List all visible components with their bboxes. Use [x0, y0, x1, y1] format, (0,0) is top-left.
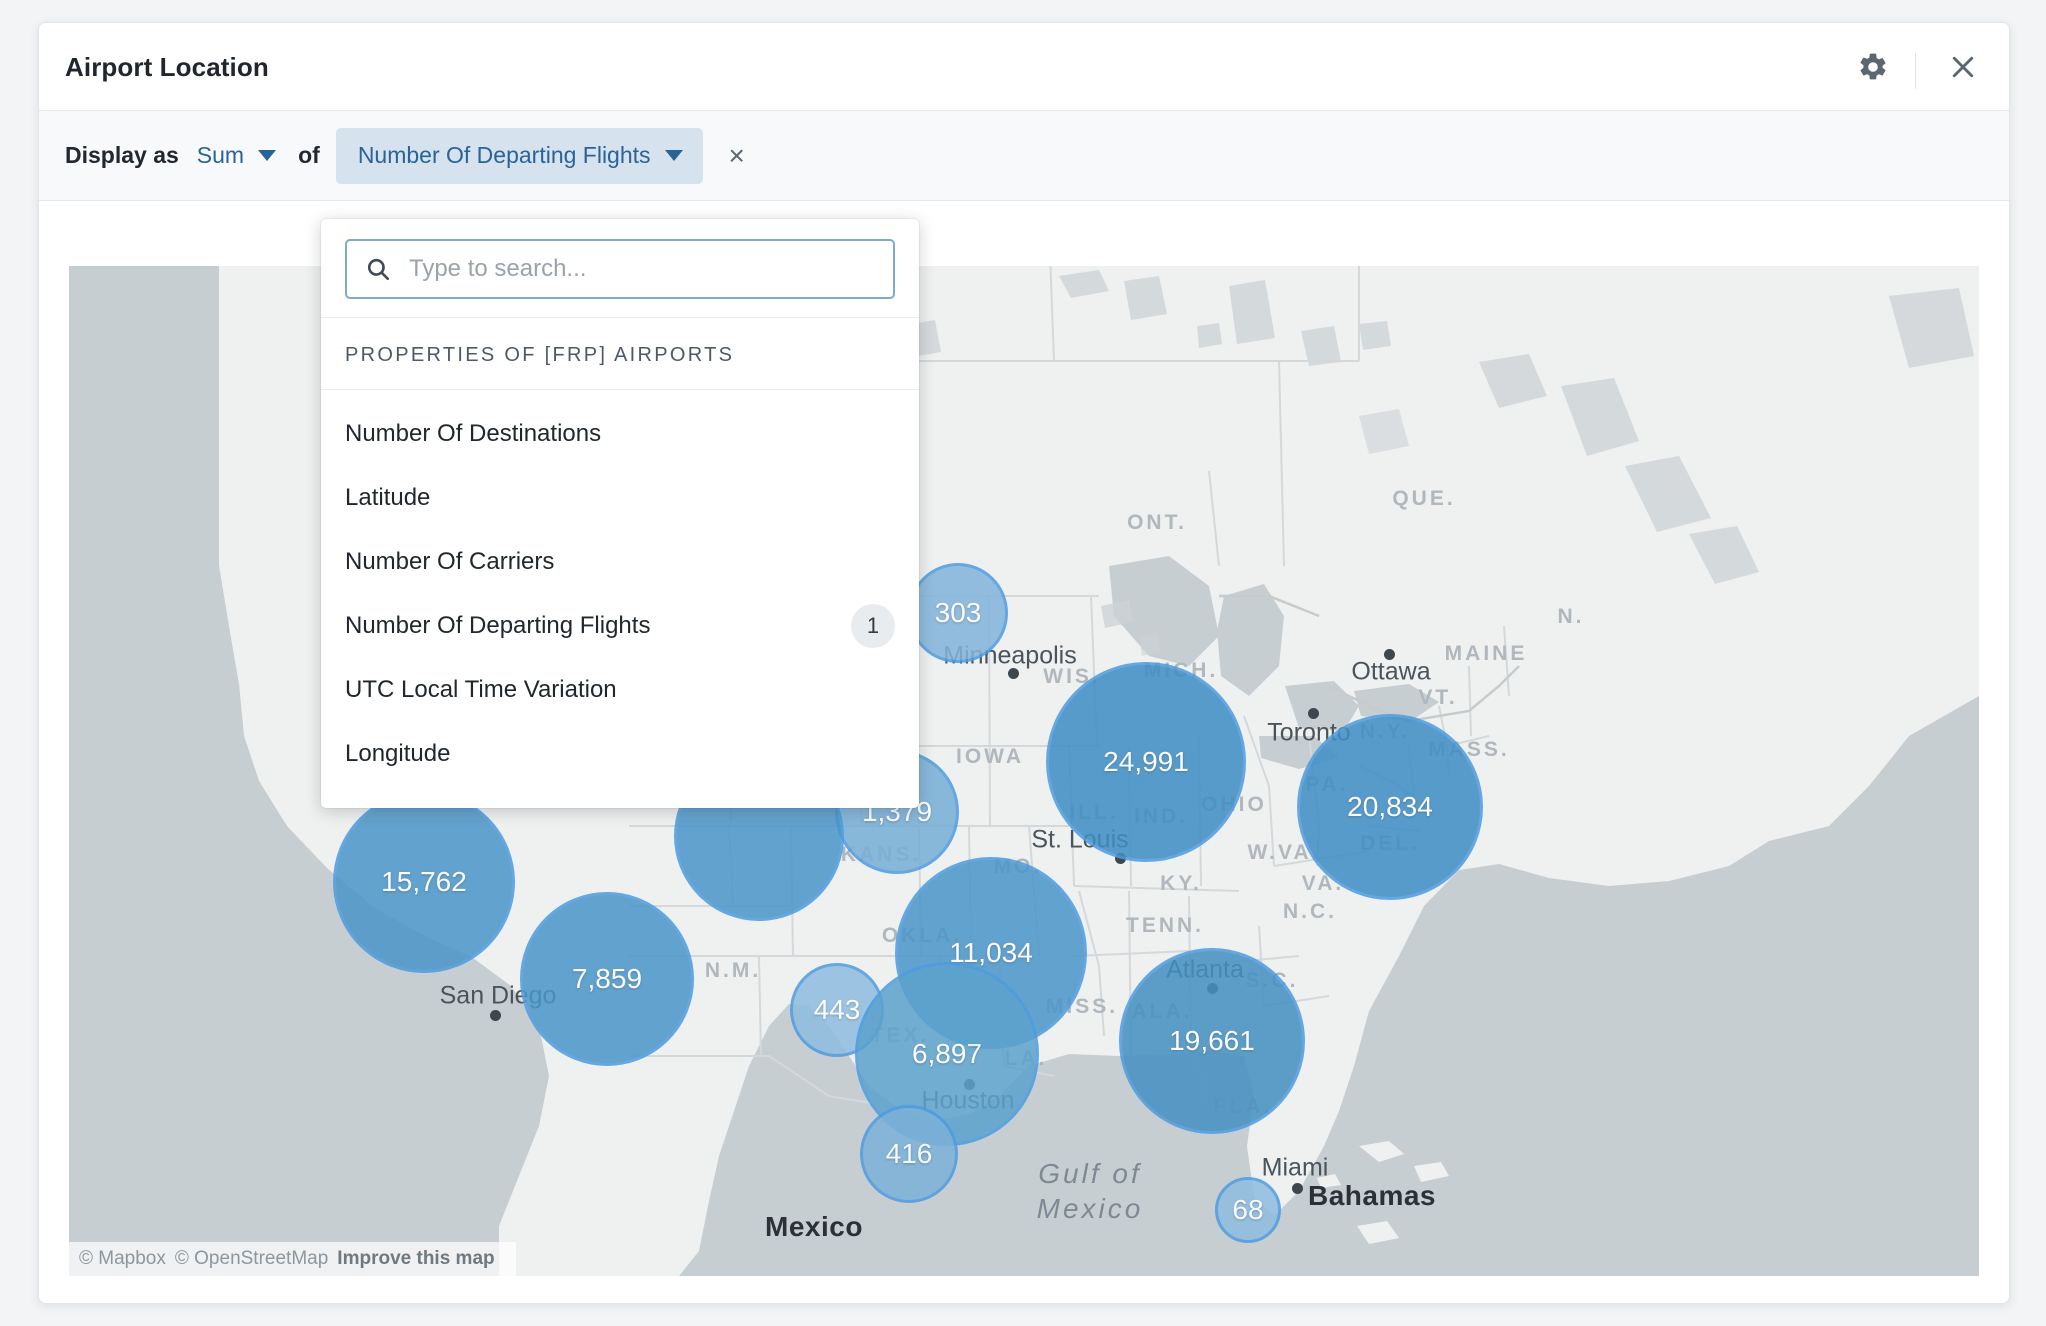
chevron-down-icon — [664, 150, 683, 161]
map-bubble-value: 443 — [813, 994, 861, 1025]
map-bubble-value: 20,834 — [1347, 791, 1433, 822]
gear-icon[interactable] — [1851, 45, 1895, 89]
gear-icon-svg — [1860, 53, 1886, 80]
attribution-osm: © OpenStreetMap — [174, 1248, 329, 1269]
dropdown-item[interactable]: Number Of Carriers — [321, 530, 919, 594]
search-input[interactable] — [407, 254, 893, 284]
attribution-mapbox: © Mapbox — [79, 1248, 166, 1269]
map-bubble-value: 6,897 — [911, 1038, 983, 1069]
map-bubble[interactable]: 68 — [1215, 1177, 1281, 1243]
map-bubble-value: 303 — [934, 597, 982, 628]
map-bubble-value: 68 — [1232, 1194, 1264, 1225]
city-marker-dot — [1292, 1183, 1303, 1194]
dropdown-item-label: Number Of Carriers — [345, 548, 555, 575]
city-marker-dot — [1308, 708, 1319, 719]
map-bubble[interactable]: 24,991 — [1046, 662, 1246, 862]
map-bubble-value: 19,661 — [1169, 1025, 1255, 1056]
dropdown-item[interactable]: Latitude — [321, 466, 919, 530]
map-bubble-value: 24,991 — [1103, 746, 1189, 777]
map-bubble[interactable]: 15,762 — [333, 791, 515, 973]
city-marker-dot — [1384, 649, 1395, 660]
airport-location-window: Airport Location Display as Sum of Numbe… — [38, 22, 2010, 1304]
metric-value: Number Of Departing Flights — [357, 142, 651, 168]
dropdown-item[interactable]: Longitude — [321, 722, 919, 786]
close-icon-svg — [1952, 56, 1974, 78]
close-icon[interactable] — [1941, 45, 1985, 89]
map-bubble-value: 15,762 — [381, 866, 467, 897]
clear-metric-button[interactable]: × — [729, 141, 745, 170]
aggregation-value: Sum — [196, 142, 245, 168]
map-bubble[interactable]: 19,661 — [1119, 948, 1305, 1134]
dropdown-item[interactable]: UTC Local Time Variation — [321, 658, 919, 722]
metric-dropdown-panel: PROPERTIES OF [FRP] AIRPORTS Number Of D… — [321, 219, 919, 808]
map-bubble-value: 7,859 — [571, 963, 643, 994]
aggregation-select[interactable]: Sum — [196, 142, 277, 169]
search-box[interactable] — [345, 239, 895, 299]
map-bubble-value: 416 — [885, 1138, 933, 1169]
map-bubble[interactable]: 303 — [908, 563, 1008, 663]
measure-toolbar: Display as Sum of Number Of Departing Fl… — [39, 111, 2009, 201]
city-marker-dot — [490, 1010, 501, 1021]
chevron-down-icon — [258, 150, 277, 161]
of-label: of — [298, 142, 320, 168]
metric-select[interactable]: Number Of Departing Flights — [335, 127, 703, 184]
dropdown-item-label: Latitude — [345, 484, 431, 511]
dropdown-section-title: PROPERTIES OF [FRP] AIRPORTS — [321, 317, 919, 389]
city-marker-dot — [1008, 668, 1019, 679]
dropdown-item-list: Number Of Destinations Latitude Number Of … — [321, 389, 919, 808]
dropdown-item-count-badge: 1 — [851, 604, 895, 648]
header-divider — [1915, 53, 1916, 89]
dropdown-search-row — [321, 219, 919, 317]
dropdown-item[interactable]: Number Of Destinations — [321, 402, 919, 466]
dropdown-item-label: UTC Local Time Variation — [345, 676, 617, 703]
dropdown-item-label: Number Of Departing Flights — [345, 612, 651, 639]
improve-this-map-link[interactable]: Improve this map — [337, 1248, 494, 1270]
dropdown-item-label: Number Of Destinations — [345, 420, 602, 447]
map-bubble[interactable]: 416 — [860, 1105, 958, 1203]
map-attribution: © Mapbox © OpenStreetMap Improve this ma… — [69, 1242, 516, 1276]
map-bubble[interactable]: 7,859 — [520, 892, 694, 1066]
dropdown-item-label: Longitude — [345, 740, 451, 767]
map-bubble[interactable]: 20,834 — [1297, 714, 1483, 900]
window-titlebar: Airport Location — [39, 23, 2009, 111]
display-as-label: Display as — [65, 142, 179, 168]
dropdown-item[interactable]: Number Of Departing Flights 1 — [321, 594, 919, 658]
page-title: Airport Location — [65, 52, 269, 82]
search-icon — [367, 258, 390, 281]
